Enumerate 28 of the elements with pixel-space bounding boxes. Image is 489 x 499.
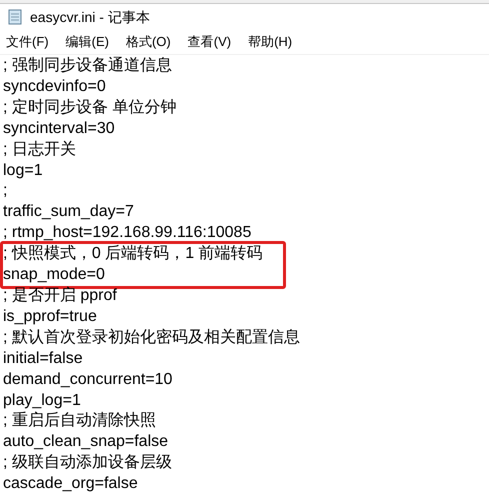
menu-item[interactable]: 编辑(E) <box>66 32 109 52</box>
text-line: syncdevinfo=0 <box>3 76 107 97</box>
text-line: snap_mode=0 <box>3 265 106 286</box>
text-line: log=1 <box>3 160 44 181</box>
text-line: ; 默认首次登录初始化密码及相关配置信息 <box>3 328 301 348</box>
text-line: ; 定时同步设备 单位分钟 <box>3 98 178 118</box>
text-line: ; 级联自动添加设备层级 <box>3 453 173 474</box>
text-line: syncinterval=30 <box>3 118 116 139</box>
text-line: cascade_org=false <box>3 474 139 494</box>
text-line: ; rtmp_host=192.168.99.116:10085 <box>3 223 252 244</box>
text-line: ; 强制同步设备通道信息 <box>3 56 173 76</box>
text-line: is_pprof=true <box>3 306 98 327</box>
text-line: ; <box>3 181 8 202</box>
menu-item[interactable]: 帮助(H) <box>248 32 292 52</box>
menu-item[interactable]: 文件(F) <box>6 32 49 52</box>
text-line: ; 重启后自动清除快照 <box>3 411 157 432</box>
text-line: ; 是否开启 pprof <box>3 286 118 306</box>
menu-item[interactable]: 格式(O) <box>126 32 171 52</box>
text-line: play_log=1 <box>3 390 82 410</box>
text-line: demand_concurrent=10 <box>3 370 174 390</box>
text-line: ; 日志开关 <box>3 140 77 160</box>
text-line: ; 快照模式，0 后端转码，1 前端转码 <box>3 244 264 264</box>
notepad-icon <box>8 9 22 25</box>
text-line: traffic_sum_day=7 <box>3 202 135 222</box>
text-line: initial=false <box>3 348 84 369</box>
window-title: easycvr.ini - 记事本 <box>30 8 150 27</box>
text-line: auto_clean_snap=false <box>3 432 170 452</box>
menu-item[interactable]: 查看(V) <box>188 32 232 52</box>
